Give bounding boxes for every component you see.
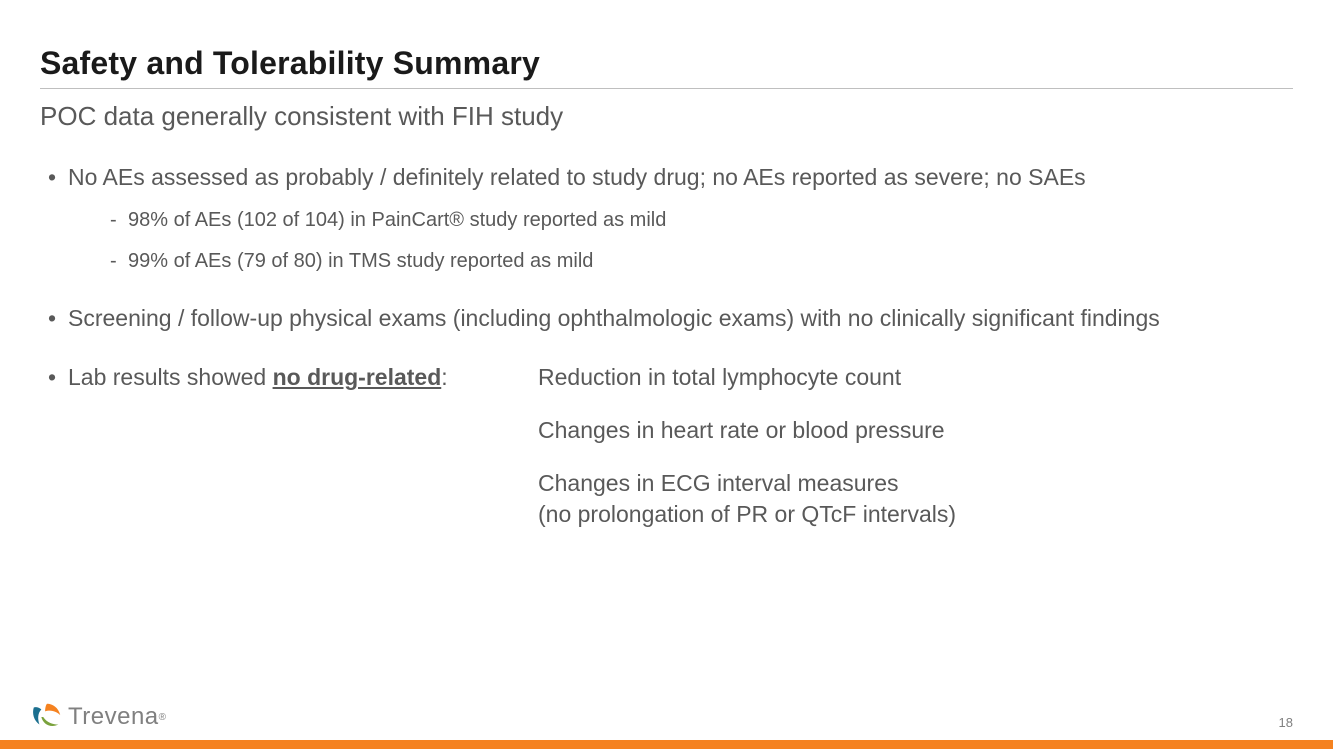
lab-finding: Changes in heart rate or blood pressure [538,415,1293,446]
lab-suffix: : [441,364,447,390]
lab-left-text: Lab results showed no drug-related: [68,362,538,393]
footer-row: Trevena® 18 [0,700,1333,740]
page-number: 18 [1279,715,1293,734]
lab-finding: Changes in ECG interval measures (no pro… [538,468,1293,530]
footer-accent-bar [0,740,1333,749]
sub-bullet-item: 98% of AEs (102 of 104) in PainCart® stu… [68,207,1293,234]
bullet-item: Screening / follow-up physical exams (in… [40,303,1293,334]
lab-prefix: Lab results showed [68,364,273,390]
title-block: Safety and Tolerability Summary POC data… [0,0,1333,132]
brand-name: Trevena [68,703,159,731]
bullet-text: No AEs assessed as probably / definitely… [68,164,1086,190]
content-area: No AEs assessed as probably / definitely… [0,162,1333,552]
lab-finding-line: Changes in ECG interval measures [538,470,899,496]
lab-finding-line: (no prolongation of PR or QTcF intervals… [538,501,956,527]
brand-logo: Trevena® [28,700,166,734]
sub-bullet-item: 99% of AEs (79 of 80) in TMS study repor… [68,248,1293,275]
trevena-mark-icon [28,700,66,734]
sub-bullet-text: 98% of AEs (102 of 104) in PainCart® stu… [128,209,666,231]
lab-right-list: Reduction in total lymphocyte count Chan… [538,362,1293,552]
sub-bullet-list: 98% of AEs (102 of 104) in PainCart® stu… [68,207,1293,275]
lab-finding: Reduction in total lymphocyte count [538,362,1293,393]
slide: Safety and Tolerability Summary POC data… [0,0,1333,749]
title-divider [40,88,1293,89]
bullet-text: Screening / follow-up physical exams (in… [68,305,1160,331]
slide-footer: Trevena® 18 [0,700,1333,749]
registered-mark-icon: ® [159,712,166,723]
slide-title: Safety and Tolerability Summary [40,45,1293,82]
sub-bullet-text: 99% of AEs (79 of 80) in TMS study repor… [128,250,593,272]
bullet-item: No AEs assessed as probably / definitely… [40,162,1293,275]
lab-emphasized: no drug-related [273,364,442,390]
lab-results-row: Lab results showed no drug-related: Redu… [68,362,1293,552]
slide-subtitle: POC data generally consistent with FIH s… [40,101,1293,132]
bullet-item: Lab results showed no drug-related: Redu… [40,362,1293,552]
bullet-list: No AEs assessed as probably / definitely… [40,162,1293,552]
